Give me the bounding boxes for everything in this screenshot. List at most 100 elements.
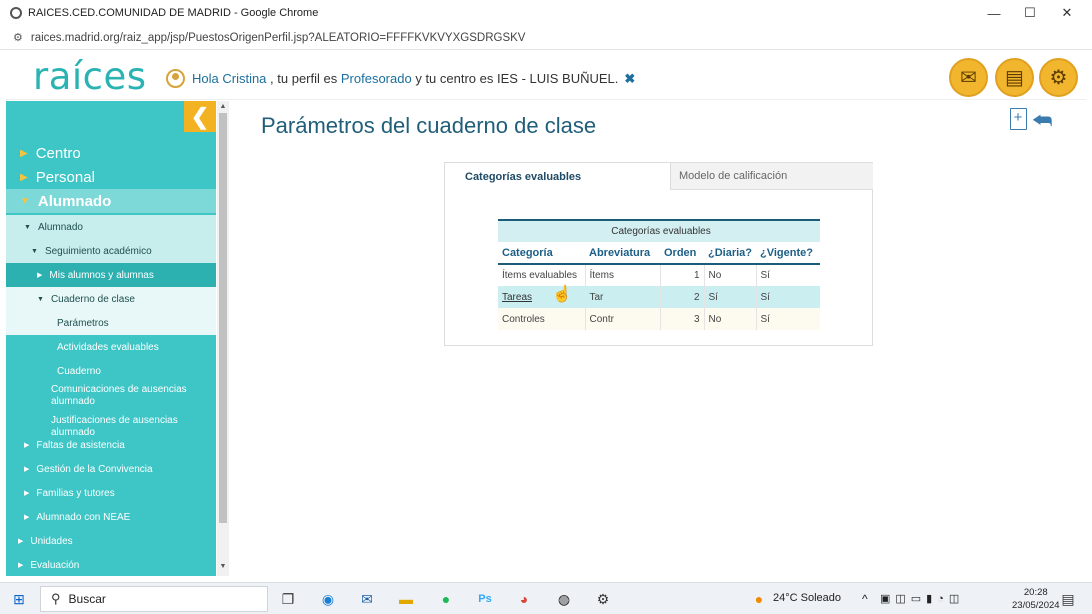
- categoria-link[interactable]: Tareas: [502, 292, 532, 303]
- sidebar-item-parametros[interactable]: Parámetros: [6, 311, 216, 335]
- sidebar-item-comunicaciones[interactable]: Comunicaciones de ausencias alumnado: [6, 384, 216, 408]
- header-orden: Orden: [660, 242, 704, 265]
- table-row[interactable]: Ítems evaluables Ítems 1 No Sí: [498, 264, 820, 286]
- documents-button[interactable]: ▤: [995, 58, 1034, 97]
- scroll-up-icon[interactable]: ▲: [217, 103, 229, 110]
- profile-name: Profesorado: [340, 71, 412, 86]
- user-avatar-icon: [166, 69, 185, 88]
- table-row[interactable]: Tareas Tar 2 Sí Sí: [498, 286, 820, 308]
- search-placeholder: Buscar: [68, 592, 106, 606]
- cell-categoria[interactable]: Ítems evaluables: [498, 264, 586, 286]
- hand-cursor-icon: ☝: [552, 286, 572, 303]
- photoshop-icon[interactable]: Ps: [475, 589, 495, 609]
- add-document-icon[interactable]: [1010, 108, 1027, 130]
- sidebar-item-cuaderno[interactable]: Cuaderno: [6, 359, 216, 383]
- scroll-down-icon[interactable]: ▼: [217, 563, 229, 570]
- table-row[interactable]: Controles Contr 3 No Sí: [498, 308, 820, 330]
- sidebar-item-label: Evaluación: [30, 559, 80, 571]
- sidebar-item-alumnado[interactable]: ▼ Alumnado: [6, 189, 216, 213]
- tab-modelo-calificacion[interactable]: Modelo de calificación: [671, 163, 873, 190]
- sidebar-item-personal[interactable]: ▶ Personal: [6, 165, 216, 189]
- cell-abreviatura: Ítems: [585, 264, 661, 286]
- windows-start-icon[interactable]: ⊞: [9, 589, 29, 609]
- chrome-profile-icon[interactable]: ◍: [554, 589, 574, 609]
- arrow-right-icon: ▶: [24, 514, 30, 521]
- arrow-right-icon: ▶: [37, 272, 43, 279]
- scrollbar-thumb[interactable]: [219, 113, 227, 523]
- sidebar-item-neae[interactable]: ▶ Alumnado con NEAE: [6, 505, 216, 529]
- maximize-button[interactable]: ☐: [1012, 0, 1048, 26]
- sidebar-item-familias[interactable]: ▶ Familias y tutores: [6, 481, 216, 505]
- search-icon: ⚲: [51, 591, 61, 606]
- chevron-left-icon: ❮: [190, 103, 210, 129]
- sidebar-item-faltas[interactable]: ▶ Faltas de asistencia: [6, 433, 216, 457]
- tab-categorias[interactable]: Categorías evaluables: [445, 163, 671, 190]
- sidebar-item-label: Mis alumnos y alumnas: [49, 269, 154, 281]
- sidebar-item-label: Parámetros: [57, 317, 109, 329]
- weather-icon[interactable]: ●: [749, 589, 769, 609]
- cell-diaria: No: [704, 308, 757, 330]
- profile-prefix: , tu perfil es: [270, 71, 338, 86]
- sidebar-item-unidades[interactable]: ▶ Unidades: [6, 529, 216, 553]
- cell-diaria: Sí: [704, 286, 757, 308]
- task-view-icon[interactable]: ❐: [278, 589, 298, 609]
- cell-categoria[interactable]: Controles: [498, 308, 586, 330]
- spotify-icon[interactable]: ●: [436, 589, 456, 609]
- site-settings-icon[interactable]: ⚙: [13, 31, 23, 44]
- settings-app-icon[interactable]: ⚙: [593, 589, 613, 609]
- sidebar-item-label: Cuaderno de clase: [50, 293, 135, 305]
- close-window-button[interactable]: ✕: [1049, 0, 1085, 26]
- system-tray-icons[interactable]: ▣◫▭▮◔◫: [880, 592, 964, 605]
- cell-orden: 2: [660, 286, 705, 308]
- chrome-icon: [10, 7, 22, 19]
- sidebar-item-cuaderno-clase[interactable]: ▼ Cuaderno de clase: [6, 287, 216, 311]
- sidebar-item-label: Gestión de la Convivencia: [36, 463, 153, 475]
- mail-app-icon[interactable]: ✉: [357, 589, 377, 609]
- weather-text[interactable]: 24°C Soleado: [773, 592, 841, 604]
- sidebar-item-label: Familias y tutores: [36, 487, 115, 499]
- mail-button[interactable]: ✉: [949, 58, 988, 97]
- header-categoria: Categoría: [498, 242, 585, 265]
- clock-date: 23/05/2024: [1012, 600, 1060, 611]
- settings-button[interactable]: ⚙: [1039, 58, 1078, 97]
- collapse-sidebar-button[interactable]: ❮: [184, 101, 216, 132]
- chrome-taskbar-icon[interactable]: ◕: [514, 589, 534, 609]
- cell-diaria: No: [704, 264, 757, 286]
- sidebar-item-mis-alumnos[interactable]: ▶ Mis alumnos y alumnas: [6, 263, 216, 287]
- greeting-text: Hola Cristina: [192, 71, 267, 86]
- header-diaria: ¿Diaria?: [704, 242, 756, 265]
- sidebar-item-seguimiento[interactable]: ▼ Seguimiento académico: [6, 239, 216, 263]
- sidebar-item-label: Actividades evaluables: [57, 341, 159, 353]
- sidebar-item-label: Personal: [35, 168, 95, 186]
- clock[interactable]: 20:28 23/05/2024: [1012, 586, 1060, 612]
- url-text[interactable]: raices.madrid.org/raiz_app/jsp/PuestosOr…: [31, 32, 526, 44]
- sidebar-item-alumnado-sub[interactable]: ▼ Alumnado: [6, 215, 216, 239]
- chevron-up-icon[interactable]: ^: [862, 592, 868, 606]
- sidebar-item-actividades[interactable]: Actividades evaluables: [6, 335, 216, 359]
- sidebar-item-label: Centro: [35, 144, 81, 162]
- taskbar-search-input[interactable]: ⚲ Buscar: [40, 586, 268, 612]
- edge-icon[interactable]: ◉: [318, 589, 338, 609]
- raices-logo[interactable]: raíces: [33, 55, 147, 98]
- close-profile-icon[interactable]: ✖: [624, 71, 635, 87]
- file-explorer-icon[interactable]: ▬: [396, 589, 416, 609]
- sidebar-item-convivencia[interactable]: ▶ Gestión de la Convivencia: [6, 457, 216, 481]
- arrow-right-icon: ▶: [18, 562, 24, 569]
- cell-orden: 1: [660, 264, 705, 286]
- sidebar-item-centro[interactable]: ▶ Centro: [6, 141, 216, 165]
- center-name: IES - LUIS BUÑUEL.: [497, 71, 619, 86]
- settings-icon: ⚙: [1049, 67, 1068, 89]
- address-bar[interactable]: ⚙ raices.madrid.org/raiz_app/jsp/Puestos…: [0, 26, 1092, 50]
- mail-icon: ✉: [960, 67, 977, 89]
- sidebar-item-label: Alumnado: [37, 221, 83, 233]
- arrow-right-icon: ▶: [24, 466, 30, 473]
- arrow-down-icon: ▼: [20, 195, 30, 207]
- back-arrow-icon[interactable]: ⮪: [1032, 108, 1052, 134]
- sidebar-item-label: Comunicaciones de ausencias alumnado: [51, 384, 187, 407]
- notifications-icon[interactable]: ▤: [1058, 589, 1078, 609]
- header-abreviatura: Abreviatura: [585, 242, 660, 265]
- sidebar-scrollbar[interactable]: ▲ ▼: [217, 101, 229, 576]
- minimize-button[interactable]: —: [976, 0, 1012, 26]
- sidebar-item-evaluacion[interactable]: ▶ Evaluación: [6, 553, 216, 577]
- documents-icon: ▤: [1005, 67, 1024, 89]
